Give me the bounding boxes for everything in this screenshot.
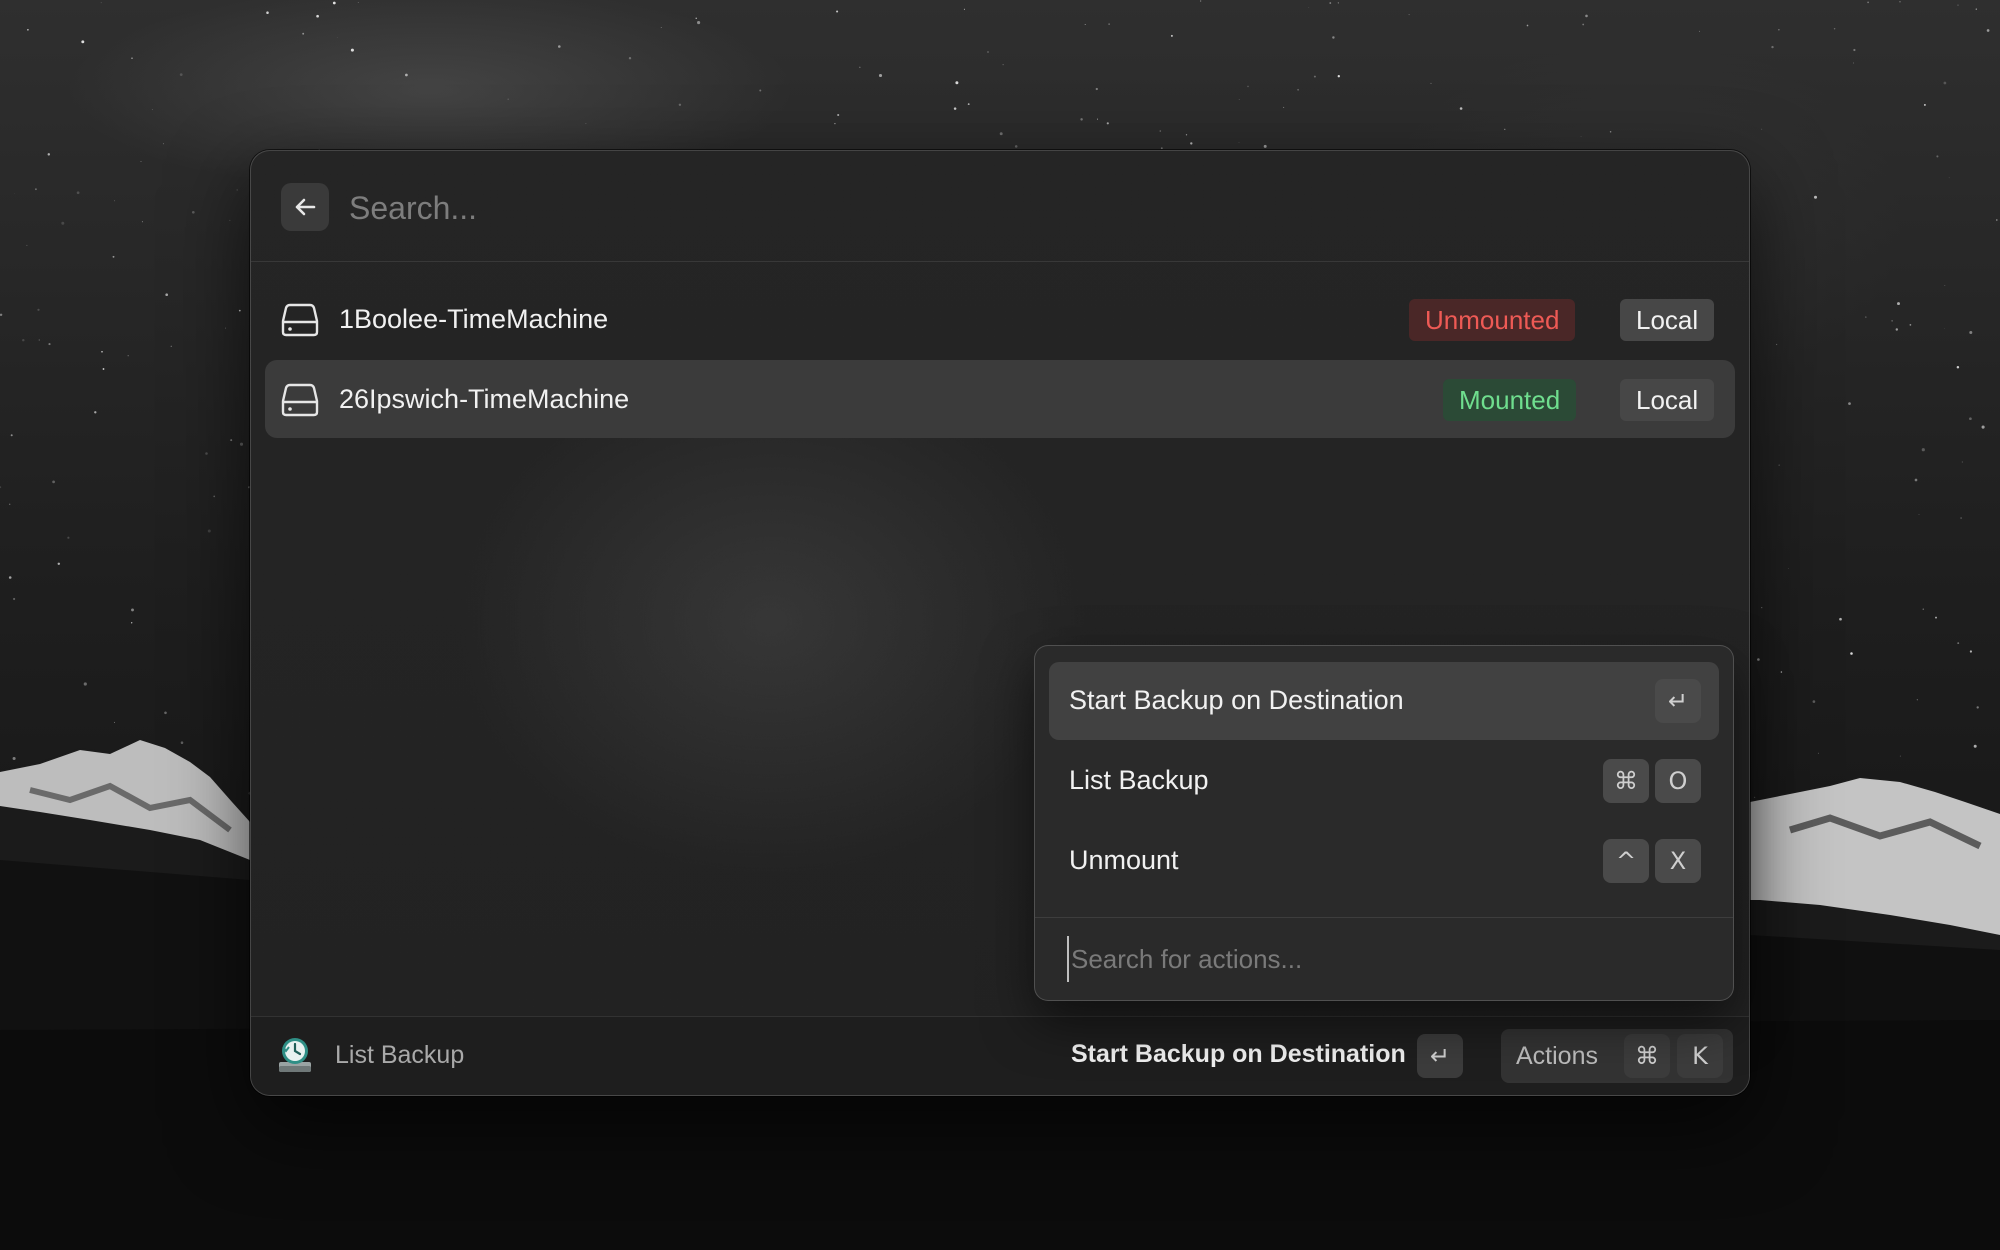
type-badge-local: Local — [1620, 299, 1715, 341]
action-list-backup[interactable]: List Backup ⌘ O — [1049, 742, 1719, 820]
command-key-hint: ⌘ — [1624, 1034, 1670, 1078]
action-label: Unmount — [1069, 845, 1179, 875]
primary-action-button[interactable]: Start Backup on Destination — [1071, 1040, 1406, 1069]
action-start-backup[interactable]: Start Backup on Destination ↵ — [1049, 662, 1719, 740]
list-item-drive-selected[interactable]: 26Ipswich-TimeMachine Mounted Local — [265, 360, 1735, 438]
list-item-drive[interactable]: 1Boolee-TimeMachine Unmounted Local — [265, 280, 1735, 358]
actions-search-input[interactable] — [1067, 936, 1693, 982]
o-key-hint: O — [1655, 759, 1701, 803]
footer-bar: List Backup Start Backup on Destination … — [251, 1016, 1749, 1095]
status-badge-unmounted: Unmounted — [1409, 299, 1576, 341]
actions-label: Actions — [1516, 1042, 1598, 1070]
action-unmount[interactable]: Unmount ^ X — [1049, 822, 1719, 900]
action-label: List Backup — [1069, 765, 1209, 795]
return-key-hint: ↵ — [1417, 1034, 1463, 1078]
actions-search-bar — [1035, 917, 1733, 1000]
k-key-hint: K — [1677, 1034, 1723, 1078]
actions-panel: Start Backup on Destination ↵ List Backu… — [1034, 645, 1734, 1001]
status-badge-mounted: Mounted — [1443, 379, 1577, 421]
actions-button[interactable]: Actions ⌘ K — [1501, 1029, 1733, 1083]
breadcrumb: List Backup — [335, 1041, 465, 1069]
search-input[interactable] — [347, 181, 1651, 235]
drive-name: 1Boolee-TimeMachine — [339, 304, 609, 334]
x-key-hint: X — [1655, 839, 1701, 883]
action-label: Start Backup on Destination — [1069, 685, 1404, 715]
control-key-hint: ^ — [1603, 839, 1649, 883]
arrow-left-icon — [295, 198, 316, 216]
return-key-hint: ↵ — [1655, 679, 1701, 723]
type-badge-local: Local — [1620, 379, 1715, 421]
search-bar — [251, 151, 1749, 262]
back-button[interactable] — [281, 183, 329, 231]
command-key-hint: ⌘ — [1603, 759, 1649, 803]
drive-name: 26Ipswich-TimeMachine — [339, 384, 630, 414]
time-machine-icon — [279, 1038, 311, 1072]
hard-drive-icon — [281, 383, 319, 417]
hard-drive-icon — [281, 303, 319, 337]
